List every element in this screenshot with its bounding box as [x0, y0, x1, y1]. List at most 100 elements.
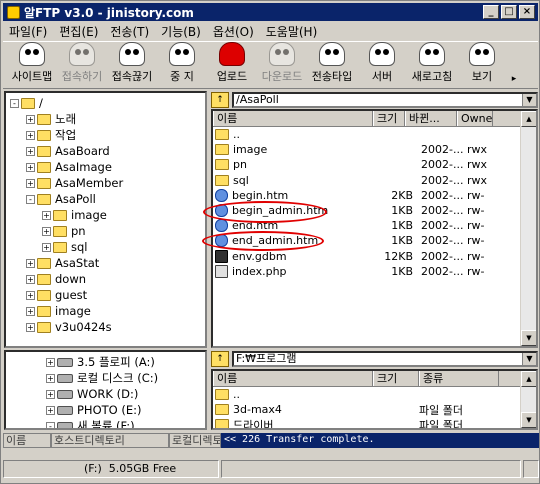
menu-options[interactable]: 옵션(O) [207, 23, 260, 40]
file-row[interactable]: sql 2002-... rwx [213, 173, 536, 188]
drive-node[interactable]: +3.5 플로피 (A:) [46, 354, 205, 370]
parent-folder-icon[interactable]: ↑ [211, 92, 229, 108]
tree-node[interactable]: + AsaStat [10, 255, 205, 271]
refresh-button[interactable]: 새로고침 [407, 42, 457, 88]
drive-node[interactable]: + PHOTO (E:) [46, 402, 205, 418]
close-button[interactable]: × [519, 5, 535, 19]
remote-scrollbar[interactable]: ▲ ▼ [520, 111, 536, 346]
menu-edit[interactable]: 편집(E) [53, 23, 104, 40]
expand-toggle-icon[interactable]: + [26, 114, 35, 124]
minimize-button[interactable]: _ [483, 5, 499, 19]
tree-node[interactable]: + image [10, 207, 205, 223]
file-size: 1KB [391, 219, 413, 233]
folder-icon [37, 161, 51, 173]
disconnect-icon [119, 42, 145, 66]
file-modified: 2002-... [421, 264, 464, 278]
expand-toggle-icon[interactable]: + [42, 242, 51, 252]
expand-toggle-icon[interactable]: + [26, 178, 35, 188]
tree-node[interactable]: + AsaMember [10, 175, 205, 191]
tree-node[interactable]: + pn [10, 223, 205, 239]
title-bar[interactable]: 알FTP v3.0 - jinistory.com _ □ × [3, 3, 538, 21]
file-modified: 2002-... [421, 143, 464, 157]
col-size[interactable]: 크기 [373, 371, 419, 386]
tree-node[interactable]: + 노래 [10, 111, 205, 127]
upload-button[interactable]: 업로드 [207, 42, 257, 88]
local-scrollbar[interactable]: ▲ ▼ [520, 371, 536, 428]
file-row[interactable]: index.php 1KB 2002-... rw- [213, 264, 536, 279]
expand-toggle-icon[interactable]: + [26, 290, 35, 300]
expand-toggle-icon[interactable]: + [26, 306, 35, 316]
drive-node[interactable]: + WORK (D:) [46, 386, 205, 402]
col-size[interactable]: 크기 [373, 111, 405, 126]
chevron-down-icon[interactable]: ▼ [522, 353, 536, 365]
expand-toggle-icon[interactable]: + [42, 226, 51, 236]
file-row[interactable]: 드라이버 파일 폴더 [213, 417, 536, 428]
col-kind[interactable]: 종류 [419, 371, 499, 386]
tree-label: AsaMember [55, 176, 124, 190]
scroll-down-icon[interactable]: ▼ [521, 330, 536, 346]
file-row[interactable]: pn 2002-... rwx [213, 157, 536, 172]
expand-toggle-icon[interactable]: - [46, 421, 55, 428]
scroll-up-icon[interactable]: ▲ [521, 371, 536, 387]
file-name: pn [233, 158, 247, 172]
expand-toggle-icon[interactable]: + [46, 357, 55, 367]
expand-toggle-icon[interactable]: + [26, 162, 35, 172]
view-button[interactable]: 보기 [457, 42, 507, 88]
file-row[interactable]: 3d-max4 파일 폴더 [213, 402, 536, 417]
expand-toggle-icon[interactable]: + [26, 258, 35, 268]
maximize-button[interactable]: □ [501, 5, 517, 19]
sitemap-button[interactable]: 사이트맵 [7, 42, 57, 88]
tree-node[interactable]: + AsaImage [10, 159, 205, 175]
col-owner[interactable]: Owne [457, 111, 493, 126]
tree-node[interactable]: - AsaPoll [10, 191, 205, 207]
connect-button[interactable]: 접속하기 [57, 42, 107, 88]
drive-node[interactable]: + 로컬 디스크 (C:) [46, 370, 205, 386]
menu-file[interactable]: 파일(F) [3, 23, 53, 40]
drive-node[interactable]: - 새 볼륨 (F:) [46, 418, 205, 428]
expand-toggle-icon[interactable]: + [46, 373, 55, 383]
toolbar-more-button[interactable]: ▸ [507, 42, 521, 88]
scroll-up-icon[interactable]: ▲ [521, 111, 536, 127]
expand-toggle-icon[interactable]: + [26, 130, 35, 140]
tree-node[interactable]: + down [10, 271, 205, 287]
expand-toggle-icon[interactable]: - [26, 194, 35, 204]
menu-help[interactable]: 도움말(H) [260, 23, 324, 40]
col-modified[interactable]: 바뀐... [405, 111, 457, 126]
col-name[interactable]: 이름 [213, 111, 373, 126]
tree-label: 작업 [55, 128, 77, 142]
stop-button[interactable]: 중 지 [157, 42, 207, 88]
expand-toggle-icon[interactable]: + [26, 274, 35, 284]
transfer-type-button[interactable]: 전송타입 [307, 42, 357, 88]
tree-node[interactable]: + AsaBoard [10, 143, 205, 159]
remote-path-input[interactable]: /AsaPoll ▼ [232, 92, 538, 108]
local-path-input[interactable]: F:₩프로그램 ▼ [232, 351, 538, 367]
disconnect-button[interactable]: 접속끊기 [107, 42, 157, 88]
file-row[interactable]: image 2002-... rwx [213, 142, 536, 157]
expand-toggle-icon[interactable]: + [46, 405, 55, 415]
tree-node[interactable]: + image [10, 303, 205, 319]
col-name[interactable]: 이름 [213, 371, 373, 386]
scroll-down-icon[interactable]: ▼ [521, 412, 536, 428]
expand-toggle-icon[interactable]: + [42, 210, 51, 220]
expand-toggle-icon[interactable]: - [10, 98, 19, 108]
tree-node[interactable]: + sql [10, 239, 205, 255]
chevron-down-icon[interactable]: ▼ [522, 94, 536, 106]
parent-folder-icon[interactable]: ↑ [211, 351, 229, 367]
local-file-list: 이름 크기 종류 .. 3d-max4 파일 폴더 드라이버 파일 폴더 ▲ ▼ [211, 369, 538, 430]
local-tree-panel: +3.5 플로피 (A:) + 로컬 디스크 (C:) + WORK (D:) + PHOT… [4, 350, 207, 430]
tree-root[interactable]: - / [10, 95, 205, 111]
resize-grip[interactable] [523, 460, 539, 478]
tree-node[interactable]: + 작업 [10, 127, 205, 143]
log-col-name: 이름 [3, 433, 51, 448]
menu-function[interactable]: 기능(B) [155, 23, 207, 40]
server-button[interactable]: 서버 [357, 42, 407, 88]
expand-toggle-icon[interactable]: + [46, 389, 55, 399]
expand-toggle-icon[interactable]: + [26, 322, 35, 332]
expand-toggle-icon[interactable]: + [26, 146, 35, 156]
download-button[interactable]: 다운로드 [257, 42, 307, 88]
menu-transfer[interactable]: 전송(T) [104, 23, 155, 40]
file-row[interactable]: .. [213, 127, 536, 142]
tree-node[interactable]: + guest [10, 287, 205, 303]
file-row[interactable]: .. [213, 387, 536, 402]
tree-node[interactable]: + v3u0424s [10, 319, 205, 335]
